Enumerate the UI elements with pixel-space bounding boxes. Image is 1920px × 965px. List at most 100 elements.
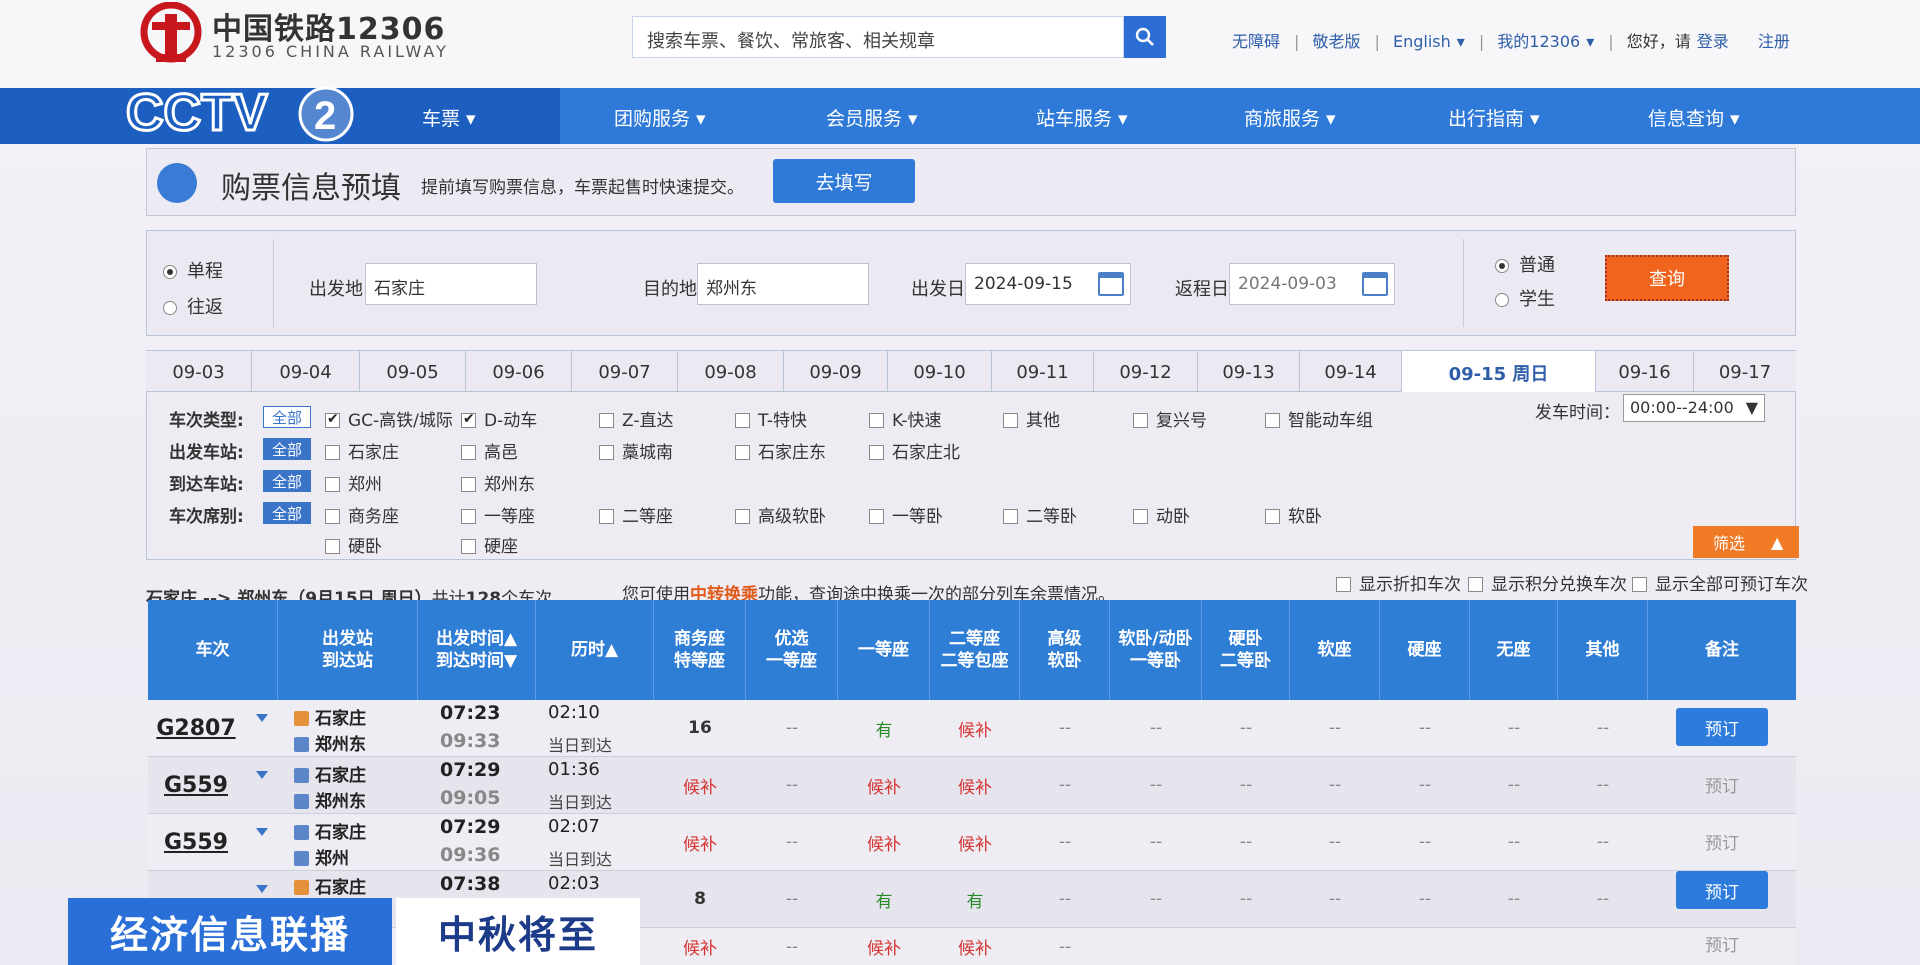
tab-date[interactable]: 09-11 (992, 351, 1094, 393)
link-elder[interactable]: 敬老版 (1313, 32, 1361, 51)
seat-business[interactable]: 候补 (654, 814, 746, 870)
cb-type-other[interactable]: 其他 (1003, 406, 1060, 431)
calendar-icon[interactable] (1362, 272, 1388, 296)
book-button[interactable]: 预订 (1676, 871, 1768, 909)
th-duration[interactable]: 历时▲ (536, 600, 654, 700)
expand-icon[interactable] (256, 885, 268, 893)
tab-date[interactable]: 09-06 (466, 351, 572, 393)
china-railway-logo-icon[interactable] (138, 2, 204, 64)
radio-one-way[interactable]: 单程 (163, 257, 223, 283)
seat-second[interactable]: 候补 (930, 757, 1020, 813)
from-input[interactable]: 石家庄 (365, 263, 537, 305)
seat-second[interactable]: 候补 (930, 814, 1020, 870)
depart-time-select[interactable]: 00:00--24:00 ▼ (1623, 394, 1765, 422)
expand-icon[interactable] (256, 771, 268, 779)
calendar-icon[interactable] (1098, 272, 1124, 296)
nav-item-info[interactable]: 信息查询 ▾ (1648, 104, 1740, 131)
cb-from-station[interactable]: 石家庄 (325, 438, 399, 463)
th-times[interactable]: 出发时间▲ 到达时间▼ (418, 600, 536, 700)
cb-type-z[interactable]: Z-直达 (599, 406, 673, 431)
tab-date[interactable]: 09-10 (888, 351, 992, 393)
cb-show-discount[interactable]: 显示折扣车次 (1336, 570, 1461, 595)
tab-date[interactable]: 09-16 (1596, 351, 1694, 393)
seat-business[interactable]: 候补 (654, 928, 746, 965)
train-number[interactable]: G2807 (148, 700, 244, 756)
cb-show-points[interactable]: 显示积分兑换车次 (1468, 570, 1627, 595)
return-date-input[interactable]: 2024-09-03 (1229, 263, 1395, 305)
radio-student[interactable]: 学生 (1495, 285, 1555, 311)
nav-item-business[interactable]: 商旅服务 ▾ (1244, 104, 1336, 131)
tab-date[interactable]: 09-04 (252, 351, 360, 393)
cb-type-k[interactable]: K-快速 (869, 406, 942, 431)
filter-seat-all[interactable]: 全部 (263, 502, 311, 524)
cb-from-station[interactable]: 石家庄东 (735, 438, 826, 463)
link-my12306[interactable]: 我的12306 (1497, 32, 1580, 51)
tab-date[interactable]: 09-13 (1198, 351, 1300, 393)
filter-from-all[interactable]: 全部 (263, 438, 311, 460)
radio-normal[interactable]: 普通 (1495, 251, 1555, 277)
cb-seat[interactable]: 一等卧 (869, 502, 943, 527)
cb-from-station[interactable]: 藁城南 (599, 438, 673, 463)
seat-business[interactable]: 候补 (654, 757, 746, 813)
cb-to-station[interactable]: 郑州 (325, 470, 382, 495)
seat-second[interactable]: 候补 (930, 700, 1020, 756)
train-number[interactable]: G559 (148, 814, 244, 870)
seat-first[interactable]: 候补 (838, 757, 930, 813)
cb-show-all[interactable]: 显示全部可预订车次 (1632, 570, 1808, 595)
cb-seat[interactable]: 硬卧 (325, 532, 382, 557)
book-button[interactable]: 预订 (1676, 708, 1768, 746)
tab-date[interactable]: 09-07 (572, 351, 678, 393)
radio-round-trip[interactable]: 往返 (163, 293, 223, 319)
tab-date[interactable]: 09-17 (1694, 351, 1796, 393)
link-english[interactable]: English (1393, 32, 1451, 51)
query-button[interactable]: 查询 (1605, 255, 1729, 301)
cb-seat[interactable]: 商务座 (325, 502, 399, 527)
cb-seat[interactable]: 二等卧 (1003, 502, 1077, 527)
tab-date[interactable]: 09-05 (360, 351, 466, 393)
link-accessible[interactable]: 无障碍 (1232, 32, 1280, 51)
cb-seat[interactable]: 动卧 (1133, 502, 1190, 527)
expand-icon[interactable] (256, 714, 268, 722)
cb-seat[interactable]: 软卧 (1265, 502, 1322, 527)
search-input[interactable]: 搜索车票、餐饮、常旅客、相关规章 (632, 16, 1124, 58)
cb-type-smart[interactable]: 智能动车组 (1265, 406, 1373, 431)
prefill-button[interactable]: 去填写 (773, 159, 915, 203)
th-train[interactable]: 车次 (148, 600, 278, 700)
cb-type-t[interactable]: T-特快 (735, 406, 807, 431)
nav-item-member[interactable]: 会员服务 ▾ (826, 104, 918, 131)
filter-toggle-button[interactable]: 筛选 ▲ (1693, 526, 1799, 558)
cb-seat[interactable]: 硬座 (461, 532, 518, 557)
cb-type-d[interactable]: D-动车 (461, 406, 537, 431)
nav-item-station[interactable]: 站车服务 ▾ (1036, 104, 1128, 131)
cb-seat[interactable]: 二等座 (599, 502, 673, 527)
tab-date[interactable]: 09-14 (1300, 351, 1402, 393)
tab-date[interactable]: 09-12 (1094, 351, 1198, 393)
nav-item-group[interactable]: 团购服务 ▾ (614, 104, 706, 131)
cb-seat[interactable]: 一等座 (461, 502, 535, 527)
tab-date[interactable]: 09-09 (784, 351, 888, 393)
seat-first[interactable]: 候补 (838, 814, 930, 870)
cb-type-gc[interactable]: GC-高铁/城际 (325, 406, 453, 431)
depart-date-input[interactable]: 2024-09-15 (965, 263, 1131, 305)
depart-time: 07:38 (440, 873, 501, 895)
seat-second[interactable]: 候补 (930, 928, 1020, 965)
to-input[interactable]: 郑州东 (697, 263, 869, 305)
train-number[interactable]: G559 (148, 757, 244, 813)
cb-from-station[interactable]: 石家庄北 (869, 438, 960, 463)
cb-to-station[interactable]: 郑州东 (461, 470, 535, 495)
seat-first[interactable]: 候补 (838, 928, 930, 965)
filter-to-all[interactable]: 全部 (263, 470, 311, 492)
link-login[interactable]: 登录 (1697, 32, 1729, 51)
cb-from-station[interactable]: 高邑 (461, 438, 518, 463)
filter-type-all[interactable]: 全部 (263, 406, 311, 428)
tab-date[interactable]: 09-03 (146, 351, 252, 393)
expand-icon[interactable] (256, 828, 268, 836)
nav-item-guide[interactable]: 出行指南 ▾ (1448, 104, 1540, 131)
cb-seat[interactable]: 高级软卧 (735, 502, 826, 527)
cb-type-fuxing[interactable]: 复兴号 (1133, 406, 1207, 431)
tab-date-active[interactable]: 09-15 周日 (1402, 351, 1596, 395)
tab-date[interactable]: 09-08 (678, 351, 784, 393)
search-button[interactable] (1124, 16, 1166, 58)
link-register[interactable]: 注册 (1758, 32, 1790, 51)
nav-item-tickets[interactable]: 车票 ▾ (422, 104, 476, 131)
